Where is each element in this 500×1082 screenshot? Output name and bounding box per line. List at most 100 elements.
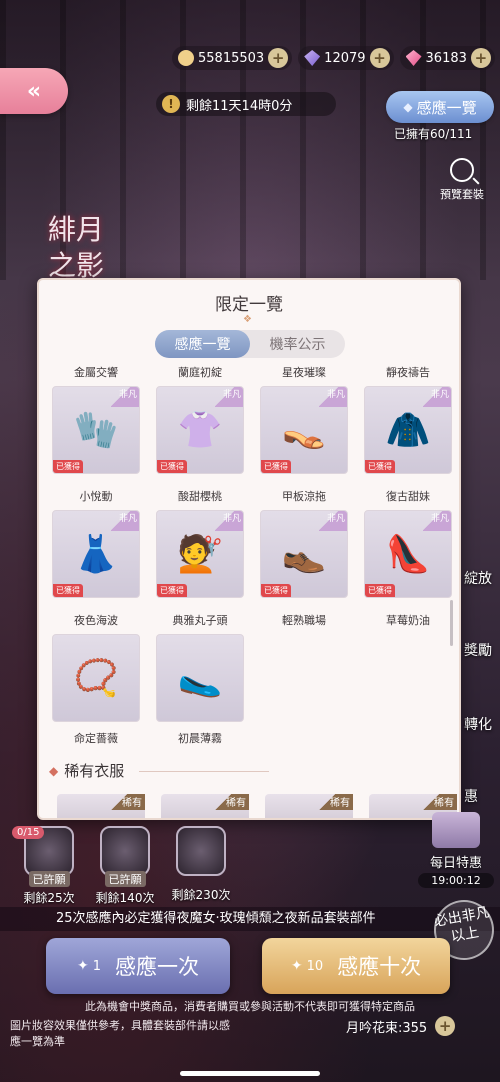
item-card[interactable]: 靜夜禱告 🧥 非凡 已獲得 bbox=[363, 364, 453, 474]
daily-label: 每日特惠 bbox=[429, 856, 482, 871]
side-reward[interactable]: 獎勵 bbox=[464, 640, 492, 660]
draw-cost: ✦ 1 bbox=[77, 958, 101, 974]
daily-deal[interactable]: 每日特惠 19:00:12 bbox=[418, 812, 494, 888]
item-card[interactable]: 草莓奶油 bbox=[363, 612, 453, 630]
wish-slot[interactable]: 剩餘230次 bbox=[168, 826, 234, 902]
draw-once-cost: 1 bbox=[92, 958, 101, 974]
wish-slot[interactable]: 已許願 剩餘140次 bbox=[92, 826, 158, 912]
wish-tag: 已許願 bbox=[28, 871, 70, 887]
resource-gems: 36183 + bbox=[399, 46, 495, 70]
heels-icon: 👠 bbox=[385, 534, 431, 575]
item-card[interactable]: 金屬交響 🧤 非凡 已獲得 bbox=[51, 364, 141, 474]
item-card[interactable]: 復古甜妹 👠 非凡 已獲得 bbox=[363, 488, 453, 598]
item-name: 金屬交響 bbox=[74, 366, 118, 379]
overview-label: 感應一覽 bbox=[416, 98, 477, 117]
obtained-tag: 已獲得 bbox=[157, 460, 187, 473]
sandals-icon: 👡 bbox=[281, 410, 327, 451]
flats-icon: 🥿 bbox=[177, 658, 223, 699]
reference-note: 圖片妝容效果僅供參考，具體套裝部件請以感應一覽為準 bbox=[10, 1019, 230, 1048]
tab-probability[interactable]: 機率公示 bbox=[250, 330, 345, 358]
side-special[interactable]: 惠 bbox=[464, 786, 478, 806]
item-thumb: 📿 bbox=[52, 634, 140, 722]
coin-value: 55815503 bbox=[198, 50, 265, 66]
shoes-icon: 👞 bbox=[281, 534, 327, 575]
rare-section-header: ◆ 稀有衣服 bbox=[49, 760, 124, 781]
item-card[interactable]: 甲板涼拖 👞 非凡 已獲得 bbox=[259, 488, 349, 598]
add-gems-button[interactable]: + bbox=[470, 48, 491, 68]
overview-button[interactable]: ◆ 感應一覽 bbox=[386, 91, 494, 123]
resource-bar: 55815503 + 12079 + 36183 + bbox=[172, 46, 495, 70]
add-diamonds-button[interactable]: + bbox=[369, 48, 390, 68]
obtained-tag: 已獲得 bbox=[261, 584, 291, 597]
diamond-value: 12079 bbox=[324, 50, 366, 66]
wish-row: 已許願 剩餘25次 已許願 剩餘140次 剩餘230次 bbox=[6, 826, 266, 906]
item-name: 夜色海波 bbox=[74, 614, 118, 627]
divider bbox=[139, 771, 269, 772]
obtained-tag: 已獲得 bbox=[365, 584, 395, 597]
draw-once-button[interactable]: ✦ 1 感應一次 bbox=[46, 938, 230, 994]
obtained-tag: 已獲得 bbox=[53, 584, 83, 597]
rare-tag: 稀有 bbox=[317, 794, 353, 810]
item-name: 靜夜禱告 bbox=[386, 366, 430, 379]
rarity-badge: 非凡 bbox=[111, 511, 139, 531]
item-thumb: 🧥 非凡 已獲得 bbox=[364, 386, 452, 474]
rarity-badge: 非凡 bbox=[423, 387, 451, 407]
item-card[interactable]: 小悅動 👗 非凡 已獲得 bbox=[51, 488, 141, 598]
pink-gem-icon bbox=[405, 50, 422, 66]
draw-ten-button[interactable]: ✦ 10 感應十次 bbox=[262, 938, 450, 994]
necklace-icon: 📿 bbox=[73, 658, 119, 699]
wish-remaining: 剩餘230次 bbox=[171, 888, 231, 902]
disclaimer: 此為機會中獎商品，消費者購買或參與活動不代表即可獲得特定商品 bbox=[85, 1000, 415, 1013]
rarity-badge: 非凡 bbox=[215, 511, 243, 531]
rare-section-title: 稀有衣服 bbox=[64, 762, 125, 780]
item-thumb: 💇 非凡 已獲得 bbox=[156, 510, 244, 598]
home-indicator[interactable] bbox=[180, 1071, 320, 1076]
gem-value: 36183 bbox=[425, 50, 467, 66]
item-card[interactable]: 酸甜櫻桃 💇 非凡 已獲得 bbox=[155, 488, 245, 598]
preview-outfit-button[interactable]: 預覽套裝 bbox=[432, 158, 492, 202]
side-bloom[interactable]: 綻放 bbox=[464, 568, 492, 588]
timer-text: 剩餘11天14時0分 bbox=[186, 98, 293, 114]
back-arrow-icon: « bbox=[26, 78, 42, 104]
gloves-icon: 🧤 bbox=[73, 410, 119, 451]
item-name: 輕熟職場 bbox=[282, 614, 326, 627]
wish-counter: 0/15 bbox=[12, 826, 45, 839]
rare-item-card[interactable]: 稀有 bbox=[161, 794, 249, 818]
item-thumb: 👡 非凡 已獲得 bbox=[260, 386, 348, 474]
item-name: 初晨薄霧 bbox=[178, 732, 222, 745]
clock-icon: ! bbox=[162, 95, 180, 113]
item-thumb: 👚 非凡 已獲得 bbox=[156, 386, 244, 474]
draw-ten-label: 感應十次 bbox=[337, 955, 422, 979]
side-convert[interactable]: 轉化 bbox=[464, 714, 492, 734]
wish-tag: 已許願 bbox=[104, 871, 146, 887]
hairstyle-icon: 💇 bbox=[177, 534, 223, 575]
item-card[interactable]: 輕熟職場 bbox=[259, 612, 349, 630]
rarity-badge: 非凡 bbox=[423, 511, 451, 531]
flower-currency: 月吟花束:355 + bbox=[346, 1016, 456, 1036]
draw-once-label: 感應一次 bbox=[115, 955, 199, 979]
tab-overview[interactable]: 感應一覽 bbox=[155, 330, 250, 358]
modal-scrollbar[interactable] bbox=[450, 600, 453, 646]
item-card[interactable]: 蘭庭初綻 👚 非凡 已獲得 bbox=[155, 364, 245, 474]
rare-tag: 稀有 bbox=[421, 794, 457, 810]
cat-coin-icon bbox=[178, 50, 194, 66]
item-card[interactable]: 典雅丸子頭 🥿 初晨薄霧 bbox=[155, 612, 245, 748]
item-thumb: 🥿 bbox=[156, 634, 244, 722]
obtained-tag: 已獲得 bbox=[53, 460, 83, 473]
rarity-badge: 非凡 bbox=[111, 387, 139, 407]
draw-cost: ✦ 10 bbox=[291, 958, 323, 974]
item-name: 蘭庭初綻 bbox=[178, 366, 222, 379]
owned-count: 已擁有60/111 bbox=[394, 127, 473, 141]
add-flower-button[interactable]: + bbox=[435, 1016, 456, 1036]
rare-item-card[interactable]: 稀有 bbox=[265, 794, 353, 818]
back-button[interactable]: « bbox=[0, 68, 68, 114]
item-card[interactable]: 星夜璀璨 👡 非凡 已獲得 bbox=[259, 364, 349, 474]
item-name: 星夜璀璨 bbox=[282, 366, 326, 379]
item-card[interactable]: 夜色海波 📿 命定薔薇 bbox=[51, 612, 141, 748]
marquee-text: 25次感應內必定獲得夜魔女·玫瑰傾頹之夜新品套裝部件 bbox=[0, 907, 500, 931]
rarity-badge: 非凡 bbox=[319, 387, 347, 407]
wish-outfit-thumb bbox=[100, 826, 150, 876]
rare-item-card[interactable]: 稀有 bbox=[57, 794, 145, 818]
add-coins-button[interactable]: + bbox=[268, 48, 289, 68]
resource-diamonds: 12079 + bbox=[298, 46, 394, 70]
